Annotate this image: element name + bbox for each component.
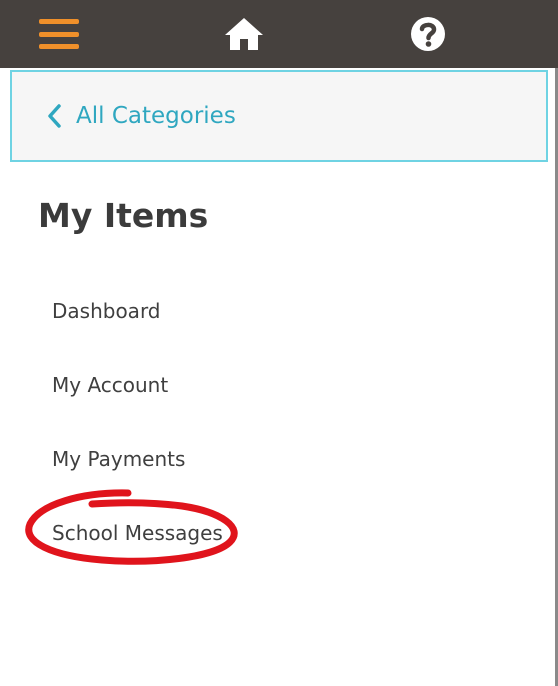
top-toolbar bbox=[0, 0, 558, 68]
page-title: My Items bbox=[38, 196, 209, 235]
nav-item-dashboard[interactable]: Dashboard bbox=[52, 292, 223, 366]
hamburger-menu-icon bbox=[39, 19, 79, 49]
my-items-menu: Dashboard My Account My Payments School … bbox=[52, 292, 223, 588]
chevron-left-icon bbox=[46, 101, 68, 131]
app-frame: All Categories My Items Dashboard My Acc… bbox=[0, 0, 558, 686]
menu-button[interactable] bbox=[26, 0, 92, 68]
nav-item-my-payments[interactable]: My Payments bbox=[52, 440, 223, 514]
nav-item-school-messages[interactable]: School Messages bbox=[52, 514, 223, 588]
nav-item-my-account[interactable]: My Account bbox=[52, 366, 223, 440]
help-button[interactable] bbox=[396, 0, 460, 68]
all-categories-link[interactable]: All Categories bbox=[10, 70, 548, 162]
home-button[interactable] bbox=[212, 0, 276, 68]
home-icon bbox=[225, 18, 263, 50]
all-categories-label: All Categories bbox=[76, 103, 236, 129]
help-question-icon bbox=[411, 17, 445, 51]
